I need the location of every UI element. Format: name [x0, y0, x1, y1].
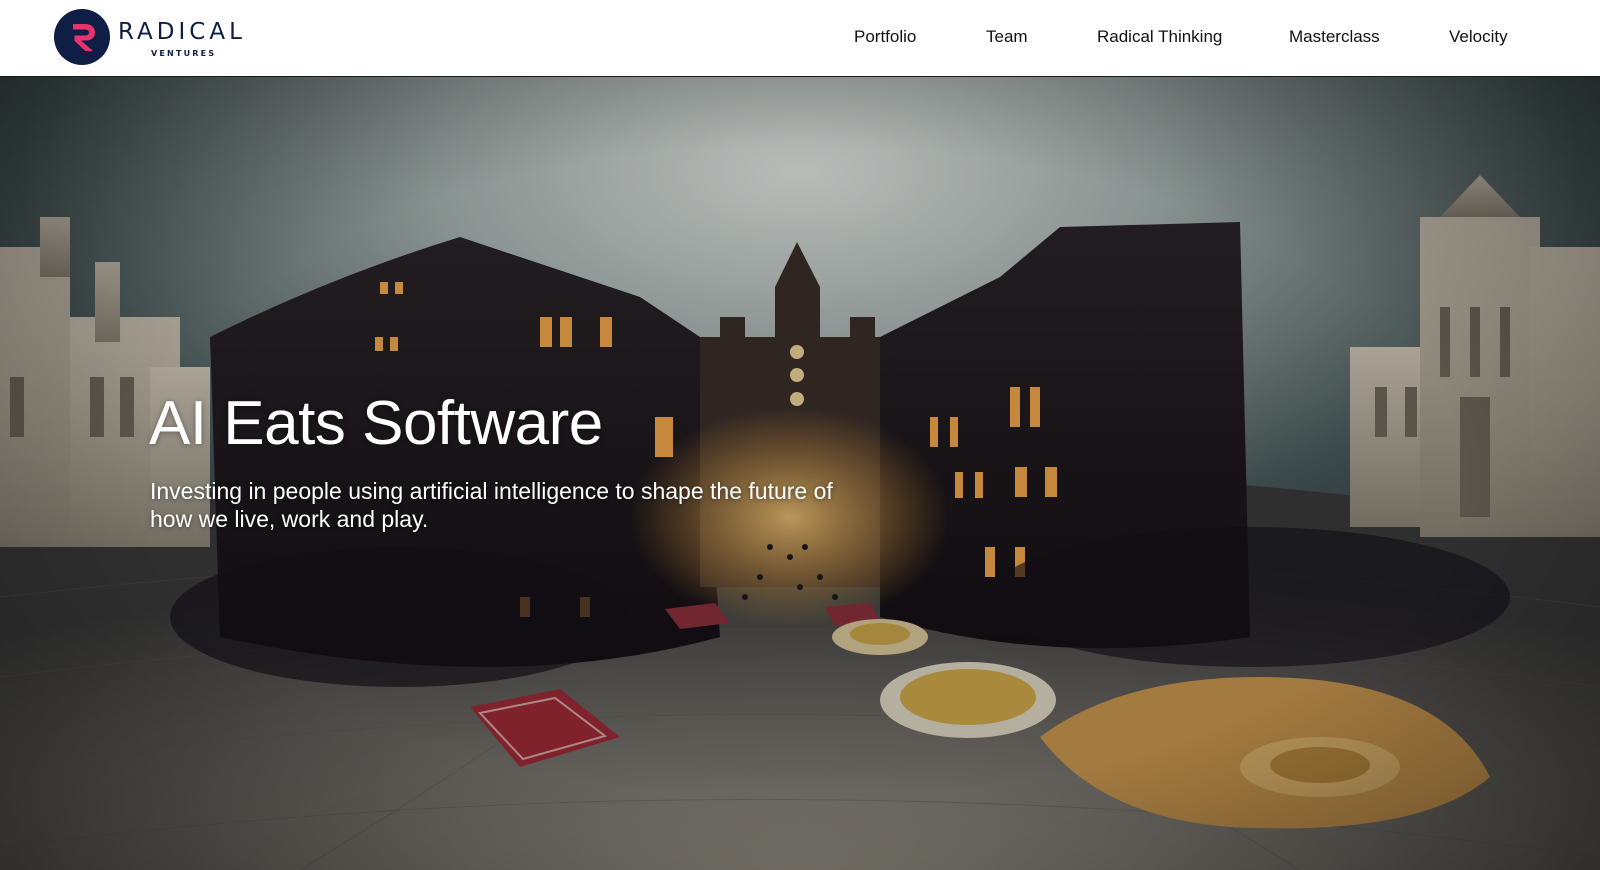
brand-logo-link[interactable]: RADICAL VENTURES — [54, 9, 250, 65]
hero-background-image — [0, 77, 1600, 870]
site-header: RADICAL VENTURES Portfolio Team Radical … — [0, 0, 1600, 77]
hero-section: AI Eats Software Investing in people usi… — [0, 77, 1600, 870]
nav-item-radical-thinking[interactable]: Radical Thinking — [1097, 27, 1222, 47]
nav-item-velocity[interactable]: Velocity — [1449, 27, 1508, 47]
brand-wordmark: RADICAL VENTURES — [118, 9, 250, 65]
nav-item-portfolio[interactable]: Portfolio — [854, 27, 916, 47]
brand-tagline: VENTURES — [151, 49, 217, 58]
nav-item-masterclass[interactable]: Masterclass — [1289, 27, 1380, 47]
hero-title: AI Eats Software — [149, 389, 603, 458]
hero-subtitle: Investing in people using artificial int… — [150, 478, 833, 532]
radical-r-logo-icon — [54, 9, 110, 65]
brand-name: RADICAL — [118, 19, 246, 45]
nav-item-team[interactable]: Team — [986, 27, 1028, 47]
